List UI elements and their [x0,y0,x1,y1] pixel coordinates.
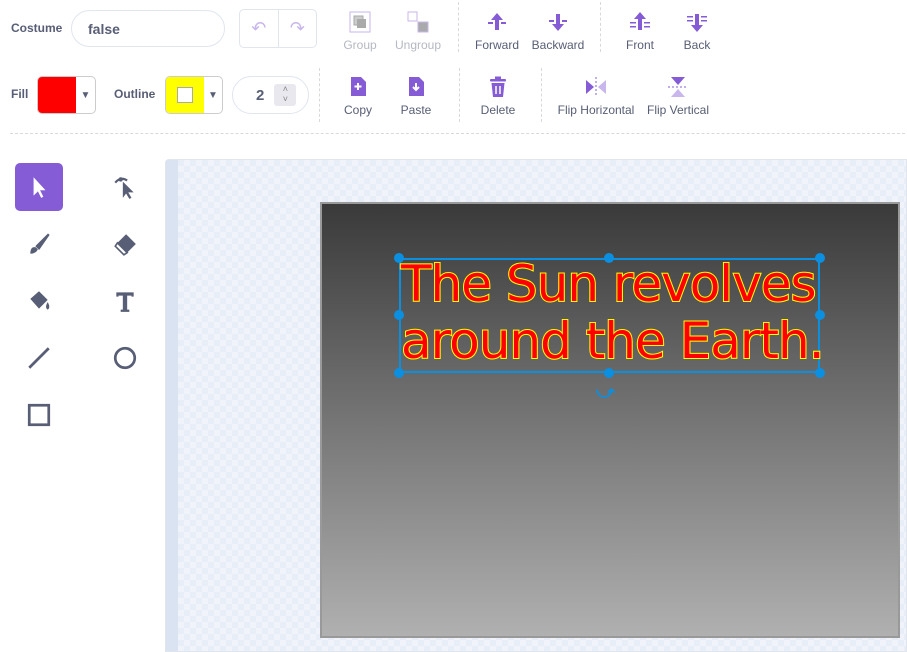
paste-button[interactable]: Paste [381,75,451,117]
chevron-down-icon: ▼ [208,89,218,101]
circle-tool[interactable] [101,334,149,382]
back-icon [687,14,707,32]
backward-button[interactable]: Backward [523,10,593,52]
canvas-text[interactable]: The Sun revolves around the Earth. [399,255,826,371]
eraser-icon [114,234,136,256]
backward-icon [549,14,567,31]
trash-icon [490,76,506,97]
brush-icon [30,233,50,254]
outline-swatch [166,77,204,113]
fill-swatch [38,77,76,113]
front-icon [630,12,650,30]
text-icon [116,292,134,312]
costume-name-input[interactable] [71,10,225,47]
arrow-cursor-icon [33,177,46,198]
paste-icon [409,77,424,96]
chevron-down-icon: ▼ [80,89,91,101]
select-tool[interactable] [15,163,63,211]
rectangle-tool[interactable] [15,391,63,439]
outline-width-stepper[interactable]: 2 ˄ ˅ [232,76,309,114]
flip-vertical-button[interactable]: Flip Vertical [643,75,713,117]
fill-label: Fill [11,87,29,101]
paint-canvas[interactable]: The Sun revolves around the Earth. ⤻ [165,159,907,652]
group-icon [349,11,371,33]
paint-bucket-icon [30,291,50,310]
fill-color-picker[interactable]: ▼ [37,76,96,114]
forward-icon [488,13,506,30]
reshape-tool[interactable] [101,163,149,211]
canvas-scrollbar[interactable] [166,160,178,651]
stepper-arrows-icon[interactable]: ˄ ˅ [274,84,297,106]
text-tool[interactable] [101,277,149,325]
fill-tool[interactable] [15,277,63,325]
undo-icon: ↶ [251,18,267,38]
rectangle-icon [27,403,51,427]
outline-color-picker[interactable]: ▼ [165,76,223,114]
divider [10,133,905,134]
reshape-icon [114,177,134,199]
redo-button[interactable]: ↷ [279,10,317,47]
rotate-handle-icon[interactable]: ⤻ [596,382,615,403]
line-tool[interactable] [15,334,63,382]
flip-vertical-icon [668,77,688,97]
line-icon [28,347,50,369]
redo-icon: ↷ [289,18,305,38]
forward-button[interactable]: Forward [462,10,532,52]
delete-button[interactable]: Delete [463,75,533,117]
outline-label: Outline [114,87,156,101]
brush-tool[interactable] [15,220,63,268]
back-button[interactable]: Back [662,10,732,52]
flip-horizontal-icon [586,77,606,97]
ungroup-button[interactable]: Ungroup [383,10,453,52]
undo-button[interactable]: ↶ [240,10,279,47]
flip-horizontal-button[interactable]: Flip Horizontal [556,75,636,117]
costume-label: Costume [11,21,63,35]
ungroup-icon [407,11,429,33]
circle-icon [113,346,137,370]
eraser-tool[interactable] [101,220,149,268]
copy-icon [351,77,366,96]
